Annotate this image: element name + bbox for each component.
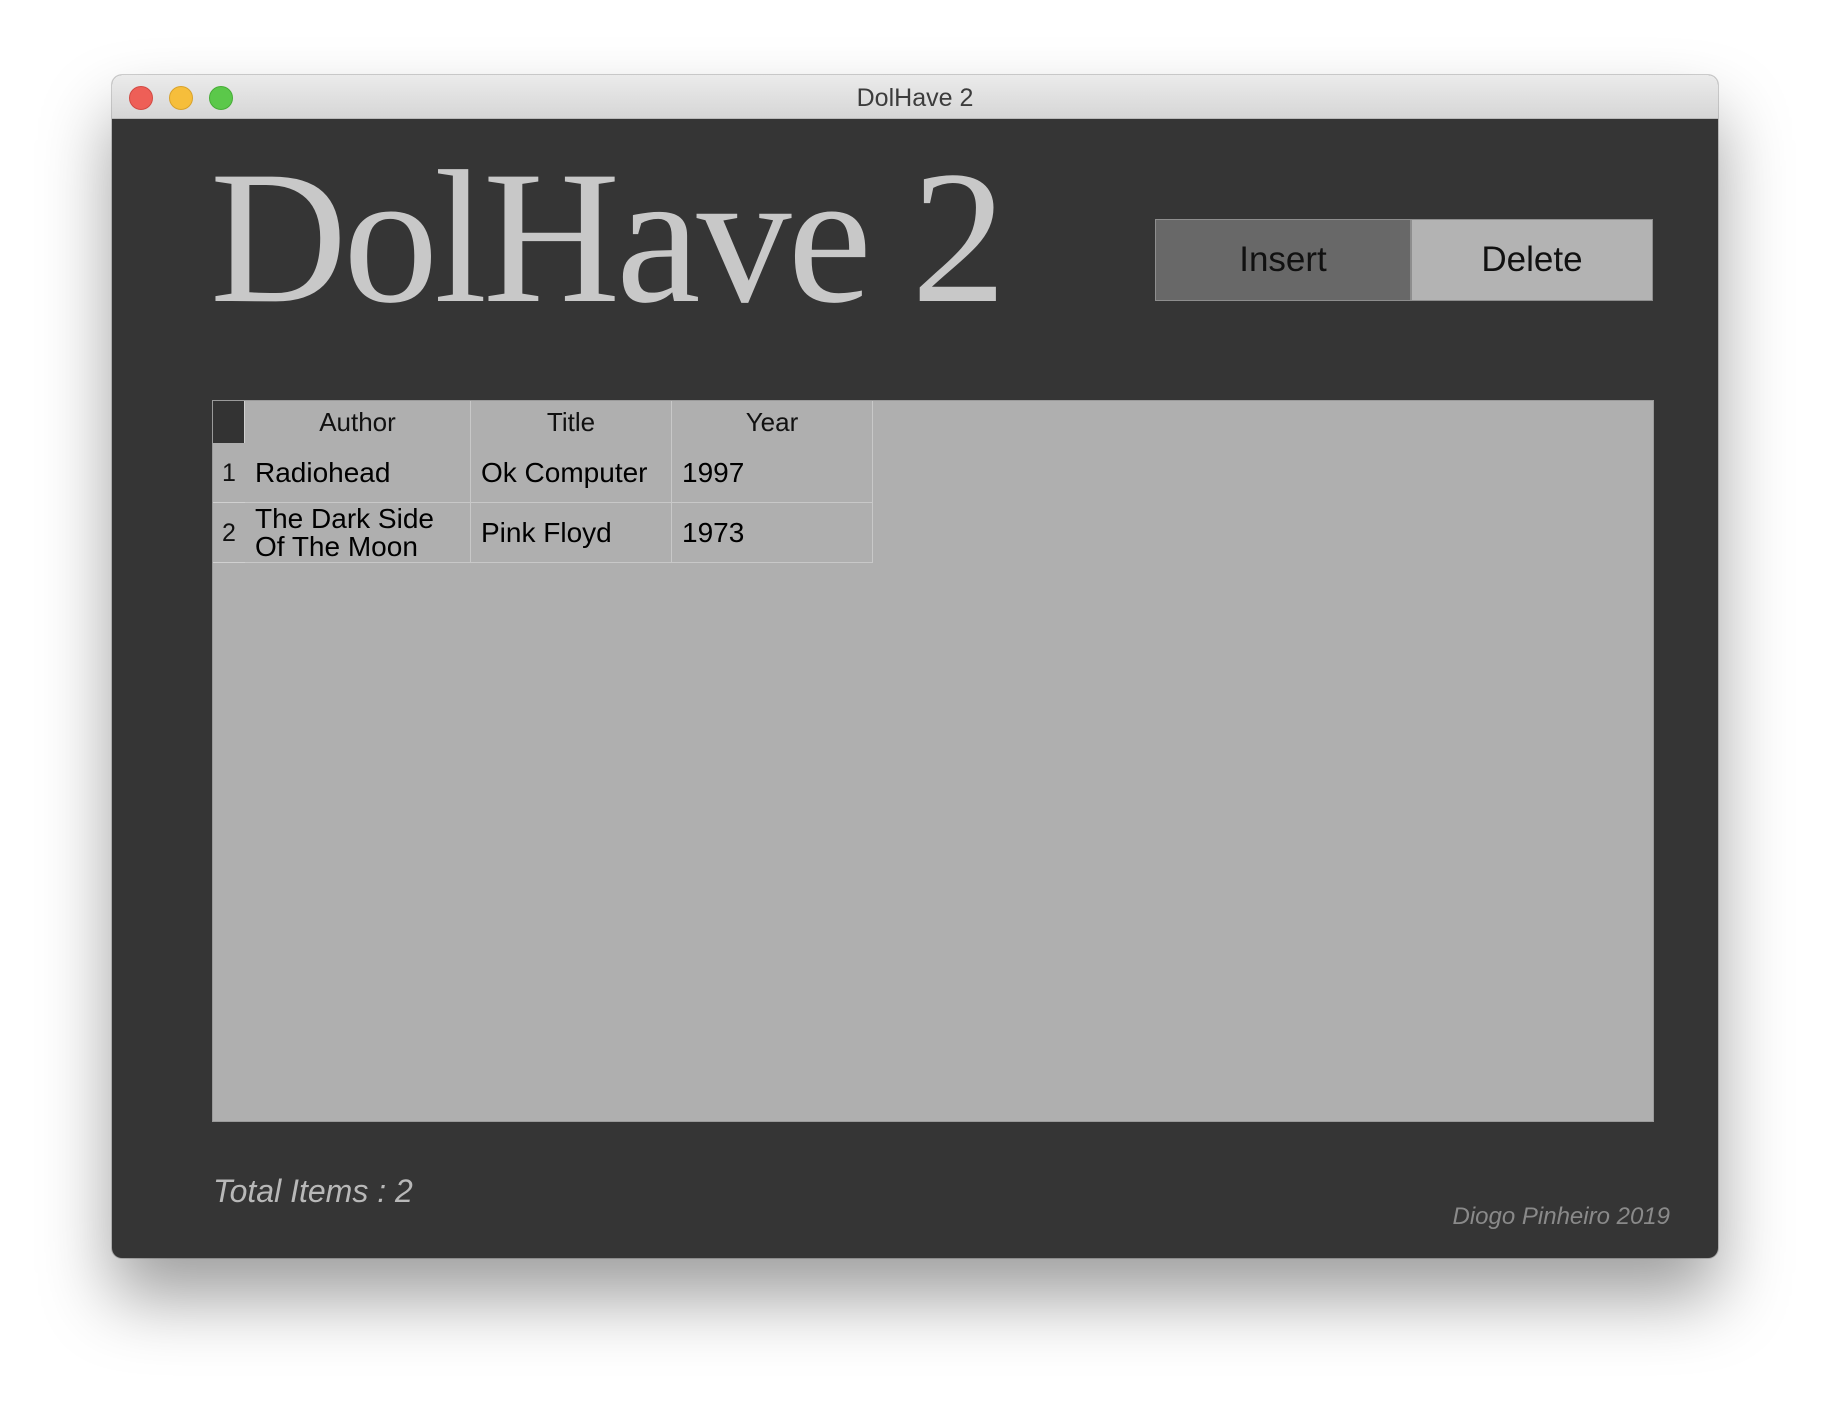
column-header-year[interactable]: Year (672, 401, 873, 443)
cell-text: 1973 (682, 516, 745, 548)
table-cell-year[interactable]: 1997 (672, 443, 873, 503)
row-header-1[interactable]: 1 (213, 443, 245, 503)
row-header-2[interactable]: 2 (213, 503, 245, 563)
column-header-author[interactable]: Author (245, 401, 471, 443)
author-credit: Diogo Pinheiro 2019 (1452, 1203, 1671, 1230)
items-table[interactable]: Author Title Year 1 Radiohead Ok Compute… (212, 400, 1654, 1122)
cell-text: 1997 (682, 456, 745, 488)
delete-button[interactable]: Delete (1411, 219, 1653, 301)
insert-button[interactable]: Insert (1155, 219, 1411, 301)
cell-text: Pink Floyd (481, 516, 612, 548)
window-title: DolHave 2 (856, 84, 974, 112)
title-bar[interactable]: DolHave 2 (112, 75, 1718, 119)
table-cell-year[interactable]: 1973 (672, 503, 873, 563)
table-cell-title[interactable]: Pink Floyd (471, 503, 672, 563)
column-header-title[interactable]: Title (471, 401, 672, 443)
table-cell-author[interactable]: Radiohead (245, 443, 471, 503)
cell-text: Radiohead (255, 456, 391, 488)
table-cell-title[interactable]: Ok Computer (471, 443, 672, 503)
table-cell-author[interactable]: The Dark Side Of The Moon (245, 503, 471, 563)
app-logo-title: DolHave 2 (210, 133, 1006, 343)
cell-text: Ok Computer (481, 456, 648, 488)
app-window: DolHave 2 DolHave 2 Insert Delete Author… (112, 75, 1718, 1258)
action-button-group: Insert Delete (1155, 219, 1653, 301)
cell-text: The Dark Side Of The Moon (255, 502, 434, 562)
total-items-label: Total Items : 2 (213, 1173, 413, 1209)
select-all-corner[interactable] (213, 401, 245, 443)
